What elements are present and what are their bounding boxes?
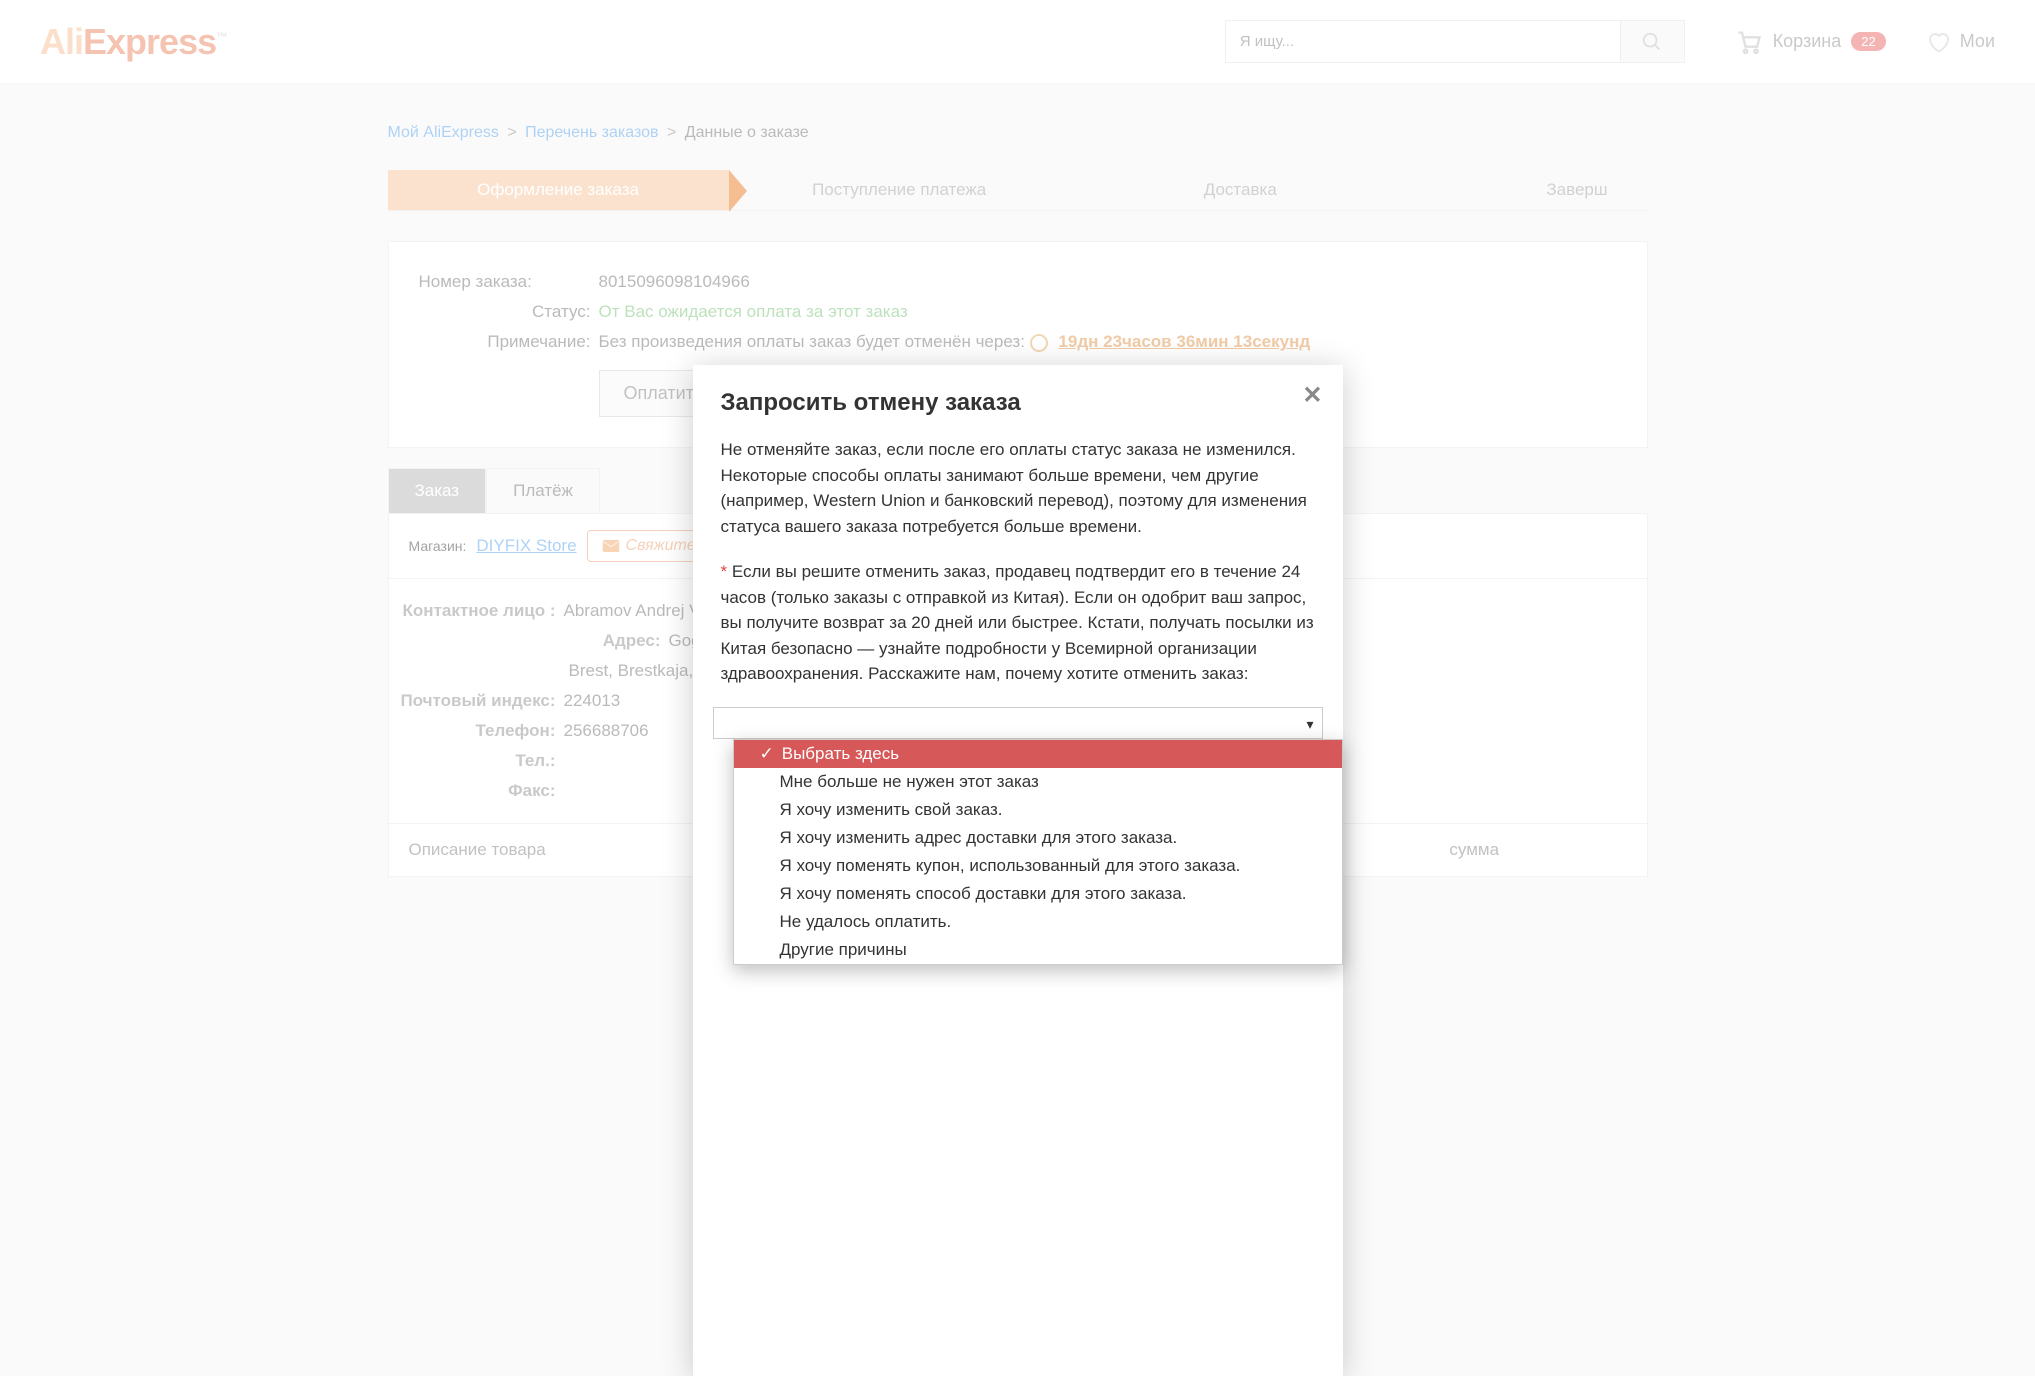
reason-option-6[interactable]: Не удалось оплатить. bbox=[734, 908, 1342, 936]
breadcrumb-orders[interactable]: Перечень заказов bbox=[525, 124, 658, 141]
modal-paragraph-2: * Если вы решите отменить заказ, продаве… bbox=[721, 559, 1315, 687]
cart-icon bbox=[1735, 28, 1763, 56]
chevron-down-icon: ▾ bbox=[1306, 716, 1313, 733]
cart-link[interactable]: Корзина 22 bbox=[1735, 28, 1886, 56]
tab-order[interactable]: Заказ bbox=[388, 468, 487, 513]
heart-icon bbox=[1926, 30, 1950, 54]
progress-step-1: Оформление заказа bbox=[388, 170, 729, 211]
reason-dropdown: Выбрать здесь Мне больше не нужен этот з… bbox=[733, 739, 1343, 965]
logo-express: Express bbox=[83, 21, 216, 62]
reason-option-5[interactable]: Я хочу поменять способ доставки для этог… bbox=[734, 880, 1342, 908]
contact-fax-label: Факс: bbox=[389, 781, 564, 801]
close-icon[interactable]: ✕ bbox=[1302, 381, 1322, 410]
tab-payment[interactable]: Платёж bbox=[486, 468, 600, 513]
wishlist-label: Мои bbox=[1960, 31, 1995, 52]
contact-tel-label: Тел.: bbox=[389, 751, 564, 771]
logo-ali: Ali bbox=[40, 21, 83, 62]
store-label: Магазин: bbox=[409, 538, 467, 554]
logo-tm: ™ bbox=[216, 30, 227, 44]
cancel-order-modal: ✕ Запросить отмену заказа Не отменяйте з… bbox=[693, 365, 1343, 1376]
modal-paragraph-1: Не отменяйте заказ, если после его оплат… bbox=[721, 437, 1315, 539]
top-header: AliExpress™ Корзина 22 Мои bbox=[0, 0, 2035, 84]
reason-select[interactable]: ▾ bbox=[713, 707, 1323, 739]
order-note-value: Без произведения оплаты заказ будет отме… bbox=[599, 332, 1311, 352]
search-icon bbox=[1641, 31, 1663, 53]
store-name-link[interactable]: DIYFIX Store bbox=[476, 536, 576, 556]
envelope-icon bbox=[602, 539, 620, 553]
clock-icon bbox=[1030, 334, 1048, 352]
search-bar bbox=[1225, 20, 1685, 63]
order-note-label: Примечание: bbox=[419, 332, 599, 352]
contact-phone-value: 256688706 bbox=[564, 721, 649, 741]
order-number-value: 8015096098104966 bbox=[599, 272, 750, 292]
order-countdown: 19дн 23часов 36мин 13секунд bbox=[1058, 332, 1310, 351]
contact-phone-label: Телефон: bbox=[389, 721, 564, 741]
cart-label: Корзина bbox=[1773, 31, 1842, 52]
order-number-label: Номер заказа: bbox=[419, 272, 599, 292]
reason-option-2[interactable]: Я хочу изменить свой заказ. bbox=[734, 796, 1342, 824]
order-status-label: Статус: bbox=[419, 302, 599, 322]
modal-title: Запросить отмену заказа bbox=[721, 389, 1315, 417]
search-input[interactable] bbox=[1226, 21, 1620, 62]
breadcrumb-current: Данные о заказе bbox=[685, 124, 809, 141]
reason-option-3[interactable]: Я хочу изменить адрес доставки для этого… bbox=[734, 824, 1342, 852]
order-status-value: От Вас ожидается оплата за этот заказ bbox=[599, 302, 908, 322]
reason-option-0[interactable]: Выбрать здесь bbox=[734, 740, 1342, 768]
progress-step-3: Доставка bbox=[1070, 170, 1411, 211]
progress-step-2: Поступление платежа bbox=[729, 170, 1070, 211]
reason-option-1[interactable]: Мне больше не нужен этот заказ bbox=[734, 768, 1342, 796]
contact-zip-value: 224013 bbox=[564, 691, 621, 711]
reason-select-wrap: ▾ Выбрать здесь Мне больше не нужен этот… bbox=[713, 707, 1323, 739]
col-sum: сумма bbox=[1322, 840, 1627, 860]
cart-count-badge: 22 bbox=[1851, 32, 1885, 51]
search-button[interactable] bbox=[1620, 21, 1684, 62]
contact-address-label: Адрес: bbox=[389, 631, 669, 651]
breadcrumb: Мой AliExpress > Перечень заказов > Данн… bbox=[388, 124, 1648, 142]
wishlist-link[interactable]: Мои bbox=[1926, 30, 1995, 54]
breadcrumb-my[interactable]: Мой AliExpress bbox=[388, 124, 499, 141]
progress-step-4: Заверш bbox=[1411, 170, 1648, 211]
contact-person-label: Контактное лицо : bbox=[389, 601, 564, 621]
reason-option-7[interactable]: Другие причины bbox=[734, 936, 1342, 964]
progress-steps: Оформление заказа Поступление платежа До… bbox=[388, 170, 1648, 211]
contact-zip-label: Почтовый индекс: bbox=[389, 691, 564, 711]
reason-option-4[interactable]: Я хочу поменять купон, использованный дл… bbox=[734, 852, 1342, 880]
logo[interactable]: AliExpress™ bbox=[40, 21, 227, 63]
